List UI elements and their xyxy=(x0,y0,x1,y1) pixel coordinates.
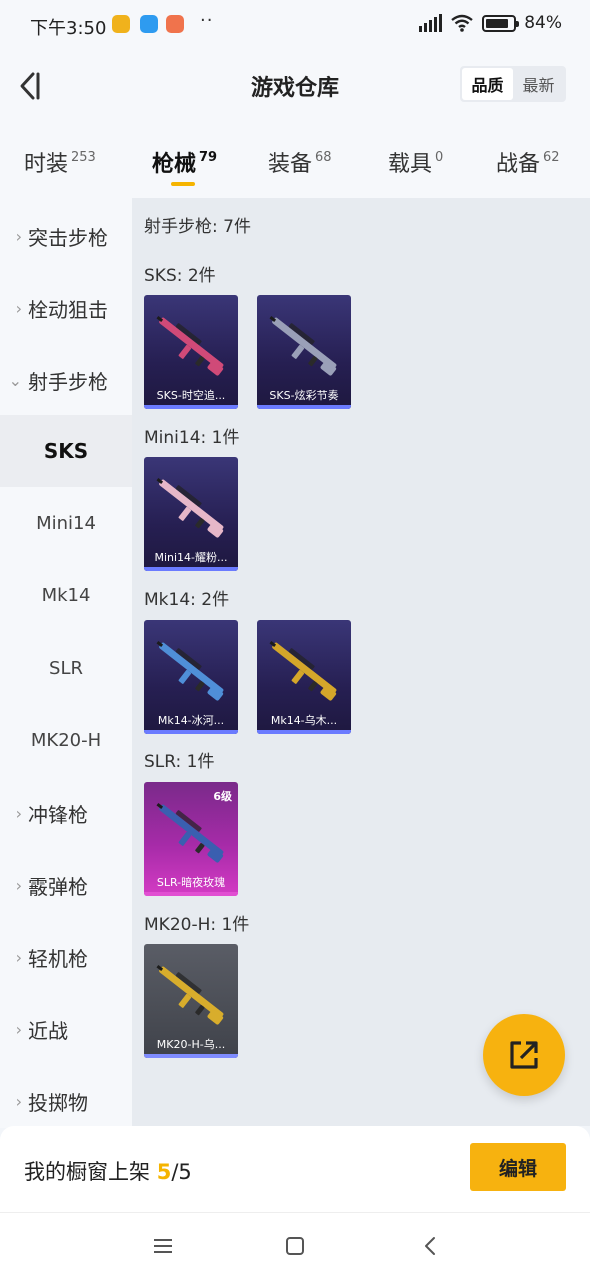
chevron-right-icon: › xyxy=(15,947,22,967)
weapon-skin-name: Mk14-冰河... xyxy=(157,714,225,727)
group-title: Mk14: 2件 xyxy=(144,590,230,610)
sort-toggle: 品质 最新 xyxy=(460,66,566,102)
quality-bar xyxy=(144,892,238,896)
sidebar-subitem-mk20h[interactable]: MK20-H xyxy=(0,704,132,776)
category-tabs: 时装 253 枪械 79 装备 68 载具 0 战备 62 xyxy=(0,120,590,198)
status-bar: 下午3:50 ·· 84% xyxy=(0,0,590,52)
app-notification-icon xyxy=(140,15,158,33)
status-time: 下午3:50 xyxy=(30,18,107,39)
sidebar-subitem-mk14[interactable]: Mk14 xyxy=(0,559,132,631)
weapon-skin-card[interactable]: SKS-时空追... xyxy=(144,295,238,409)
showcase-status: 我的橱窗上架 5/5 xyxy=(24,1160,192,1184)
chevron-right-icon: › xyxy=(15,1019,22,1039)
rifle-icon xyxy=(156,315,224,376)
sidebar-item-lmg[interactable]: › 轻机枪 xyxy=(0,921,132,993)
sidebar-item-smg[interactable]: › 冲锋枪 xyxy=(0,777,132,849)
home-icon[interactable] xyxy=(282,1233,308,1259)
weapon-skin-name: Mini14-耀粉... xyxy=(154,551,228,564)
group-title: SLR: 1件 xyxy=(144,752,215,772)
battery-percent: 84% xyxy=(524,13,562,33)
more-notifications-icon: ·· xyxy=(200,10,214,31)
rifle-icon xyxy=(269,640,337,701)
sort-quality-option[interactable]: 品质 xyxy=(462,68,513,100)
chevron-down-icon: ⌄ xyxy=(8,370,22,390)
edit-button[interactable]: 编辑 xyxy=(470,1143,566,1191)
tab-equipment[interactable]: 装备 68 xyxy=(268,146,332,178)
rifle-icon xyxy=(156,477,224,538)
showcase-total-count: /5 xyxy=(171,1160,192,1184)
weapon-category-sidebar: › 突击步枪 › 栓动狙击 ⌄ 射手步枪 SKS Mini14 Mk14 SLR MK… xyxy=(0,198,132,1128)
tab-vehicles[interactable]: 载具 0 xyxy=(388,146,443,178)
app-notification-icon xyxy=(112,15,130,33)
weapon-skin-card[interactable]: MK20-H-乌... xyxy=(144,944,238,1058)
category-count-heading: 射手步枪: 7件 xyxy=(144,217,251,237)
chevron-right-icon: › xyxy=(15,875,22,895)
weapon-skin-name: MK20-H-乌... xyxy=(156,1038,226,1051)
quality-bar xyxy=(257,730,351,734)
external-link-icon xyxy=(510,1041,538,1069)
tab-supplies[interactable]: 战备 62 xyxy=(496,146,560,178)
chevron-right-icon: › xyxy=(15,298,22,318)
chevron-right-icon: › xyxy=(15,803,22,823)
weapon-skin-card[interactable]: SKS-炫彩节奏 xyxy=(257,295,351,409)
chevron-right-icon: › xyxy=(15,1091,22,1111)
system-nav-bar xyxy=(0,1212,590,1280)
battery-icon xyxy=(482,14,520,32)
quality-bar xyxy=(144,405,238,409)
back-nav-icon[interactable] xyxy=(418,1233,444,1259)
weapon-skin-name: SKS-炫彩节奏 xyxy=(269,389,339,402)
showcase-bar: 我的橱窗上架 5/5 编辑 xyxy=(0,1126,590,1212)
weapon-skin-card[interactable]: Mk14-乌木... xyxy=(257,620,351,734)
group-title: Mini14: 1件 xyxy=(144,428,240,448)
sidebar-item-bolt-sniper[interactable]: › 栓动狙击 xyxy=(0,272,132,344)
weapon-skin-name: SLR-暗夜玫瑰 xyxy=(156,876,226,889)
sidebar-subitem-slr[interactable]: SLR xyxy=(0,632,132,704)
app-notification-icon xyxy=(166,15,184,33)
quality-bar xyxy=(144,730,238,734)
weapon-skin-card[interactable]: Mk14-冰河... xyxy=(144,620,238,734)
rifle-icon xyxy=(269,315,337,376)
group-title: MK20-H: 1件 xyxy=(144,915,250,935)
page-header: 游戏仓库 品质 最新 xyxy=(0,52,590,120)
showcase-current-count: 5 xyxy=(156,1160,172,1184)
quality-bar xyxy=(144,1054,238,1058)
sidebar-item-shotgun[interactable]: › 霰弹枪 xyxy=(0,849,132,921)
menu-icon[interactable] xyxy=(150,1233,176,1259)
weapon-skin-name: SKS-时空追... xyxy=(156,389,226,402)
weapon-skin-name: Mk14-乌木... xyxy=(270,714,338,727)
signal-icon xyxy=(419,14,443,32)
share-floating-button[interactable] xyxy=(483,1014,565,1096)
weapon-skin-card[interactable]: 6级 SLR-暗夜玫瑰 xyxy=(144,782,238,896)
wifi-icon xyxy=(451,14,473,32)
group-title: SKS: 2件 xyxy=(144,266,216,286)
chevron-right-icon: › xyxy=(15,226,22,246)
tab-fashion[interactable]: 时装 253 xyxy=(24,146,96,178)
sidebar-item-assault-rifle[interactable]: › 突击步枪 xyxy=(0,200,132,272)
quality-bar xyxy=(144,567,238,571)
sort-newest-option[interactable]: 最新 xyxy=(513,68,564,100)
rifle-icon xyxy=(156,964,224,1025)
tab-guns[interactable]: 枪械 79 xyxy=(152,146,217,186)
rifle-icon xyxy=(156,640,224,701)
sidebar-subitem-sks[interactable]: SKS xyxy=(0,415,132,487)
quality-bar xyxy=(257,405,351,409)
sidebar-subitem-mini14[interactable]: Mini14 xyxy=(0,487,132,559)
sidebar-item-melee[interactable]: › 近战 xyxy=(0,993,132,1065)
weapon-list: 射手步枪: 7件 SKS: 2件 SKS-时空追... SKS-炫彩节奏 Min… xyxy=(132,198,590,1126)
rifle-icon xyxy=(156,802,224,863)
sidebar-item-marksman-rifle[interactable]: ⌄ 射手步枪 xyxy=(0,344,132,416)
weapon-skin-card[interactable]: Mini14-耀粉... xyxy=(144,457,238,571)
